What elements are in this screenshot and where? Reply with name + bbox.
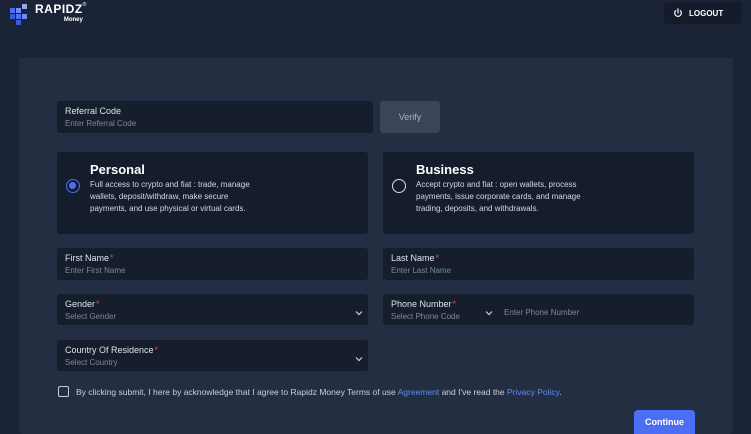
country-select[interactable]: Country Of Residence* Select Country [57,340,368,371]
terms-agreement: By clicking submit, I here by acknowledg… [58,386,562,397]
personal-description: Full access to crypto and fiat : trade, … [90,180,250,213]
first-name-field[interactable]: First Name* Enter First Name [57,248,368,280]
chevron-down-icon [355,357,363,362]
country-placeholder: Select Country [65,358,118,367]
top-bar: RAPIDZ® Money LOGOUT [0,0,751,58]
first-name-label: First Name* [65,253,114,263]
terms-text: By clicking submit, I here by acknowledg… [76,386,562,397]
phone-number-label: Phone Number* [391,299,457,309]
continue-button[interactable]: Continue [634,410,695,434]
chevron-down-icon [355,311,363,316]
chevron-down-icon[interactable] [485,309,493,317]
brand-name: RAPIDZ® [35,2,87,16]
account-type-personal[interactable]: Personal Full access to crypto and fiat … [57,152,368,234]
rapidz-logo-icon [10,4,27,25]
terms-checkbox[interactable] [58,386,69,397]
account-type-business[interactable]: Business Accept crypto and fiat : open w… [383,152,694,234]
last-name-field[interactable]: Last Name* Enter Last Name [383,248,694,280]
phone-code-select[interactable]: Select Phone Code [391,312,460,321]
referral-code-label: Referral Code [65,106,122,116]
business-title: Business [416,162,474,177]
last-name-placeholder: Enter Last Name [391,266,452,275]
phone-number-input[interactable]: Enter Phone Number [504,308,579,317]
referral-code-field[interactable]: Referral Code Enter Referral Code [57,101,373,133]
business-radio[interactable] [392,179,406,193]
gender-select[interactable]: Gender* Select Gender [57,294,368,325]
power-icon [674,8,682,17]
verify-button[interactable]: Verify [380,101,440,133]
gender-placeholder: Select Gender [65,312,117,321]
agreement-link[interactable]: Agreement [398,387,440,397]
referral-code-placeholder: Enter Referral Code [65,119,137,128]
brand-subtitle: Money [63,17,83,23]
personal-radio[interactable] [66,179,80,193]
privacy-policy-link[interactable]: Privacy Policy [507,387,559,397]
business-description: Accept crypto and fiat : open wallets, p… [416,180,581,213]
phone-number-field: Phone Number* Select Phone Code Enter Ph… [383,294,694,325]
brand-logo[interactable]: RAPIDZ® Money [10,3,87,26]
first-name-placeholder: Enter First Name [65,266,126,275]
logout-button[interactable]: LOGOUT [664,2,742,24]
logout-label: LOGOUT [689,8,724,18]
gender-label: Gender* [65,299,100,309]
last-name-label: Last Name* [391,253,440,263]
brand-text: RAPIDZ® Money [35,2,87,24]
country-label: Country Of Residence* [65,345,159,355]
personal-title: Personal [90,162,145,177]
